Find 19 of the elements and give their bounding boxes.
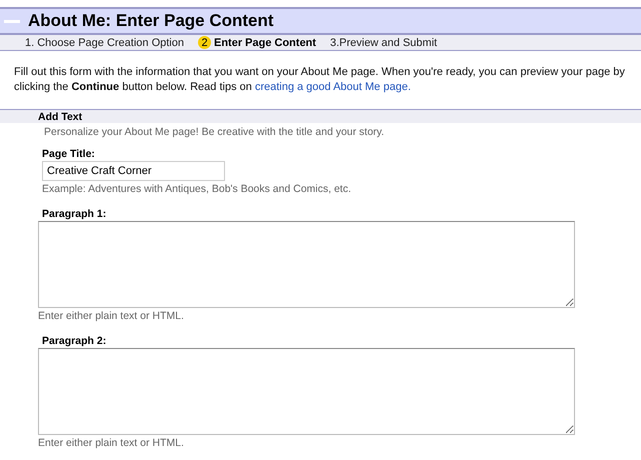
field-hint: Example: Adventures with Antiques, Bob's Books and Comics, etc. <box>42 183 352 195</box>
section-title: Add Text <box>38 110 82 122</box>
step-label: 1. Choose Page Creation Option <box>25 36 184 48</box>
dash-icon <box>4 20 20 22</box>
field-label: Paragraph 2: <box>42 335 108 347</box>
step-label: 2 Enter Page Content <box>198 36 316 49</box>
step-number-badge: 2 <box>198 36 211 49</box>
input-field[interactable]: Creative Craft Corner <box>42 161 225 181</box>
tips-link[interactable]: creating a good About Me page. <box>254 81 411 93</box>
page-title: About Me: Enter Page Content <box>28 11 274 31</box>
text-area[interactable] <box>38 348 575 435</box>
field-label: Paragraph 1: <box>42 208 108 220</box>
intro-text: Fill out this form with the information that you want on your About Me page. When you're ready, you can preview your page by clicking the Continue button below. Read tips on creating a good About Me page. <box>14 65 626 95</box>
field-hint: Enter either plain text or HTML. <box>38 310 185 322</box>
field-label: Page Title: <box>42 148 96 160</box>
field-hint: Enter either plain text or HTML. <box>38 437 185 449</box>
text-area[interactable] <box>38 221 575 308</box>
section-description: Personalize your About Me page! Be creative with the title and your story. <box>44 126 386 138</box>
step-label: 3.Preview and Submit <box>330 36 438 48</box>
